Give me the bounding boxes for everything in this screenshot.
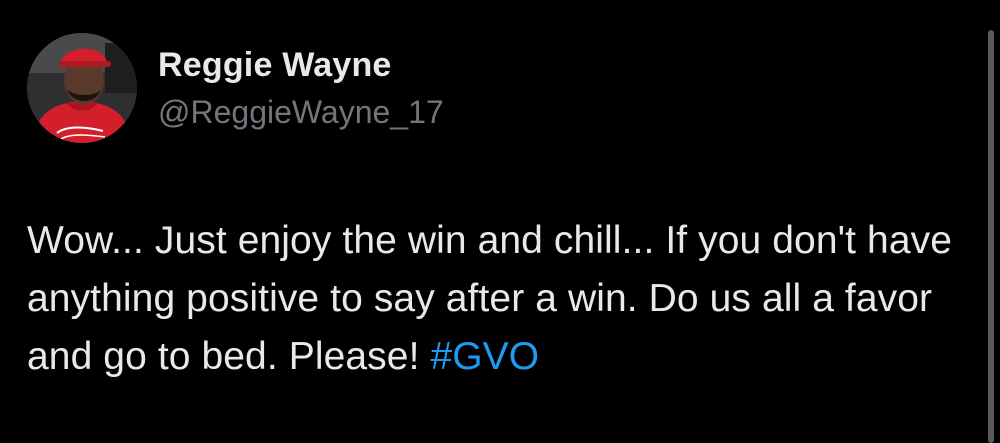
tweet: Reggie Wayne @ReggieWayne_17 Wow... Just… xyxy=(0,0,1000,443)
avatar[interactable] xyxy=(27,33,137,143)
display-name[interactable]: Reggie Wayne xyxy=(158,44,444,86)
hashtag-link[interactable]: #GVO xyxy=(430,335,539,378)
handle[interactable]: @ReggieWayne_17 xyxy=(158,92,444,132)
tweet-text: Wow... Just enjoy the win and chill... I… xyxy=(27,212,967,386)
scrollbar[interactable] xyxy=(988,30,994,443)
author-info: Reggie Wayne @ReggieWayne_17 xyxy=(158,44,444,132)
avatar-image xyxy=(27,33,137,143)
